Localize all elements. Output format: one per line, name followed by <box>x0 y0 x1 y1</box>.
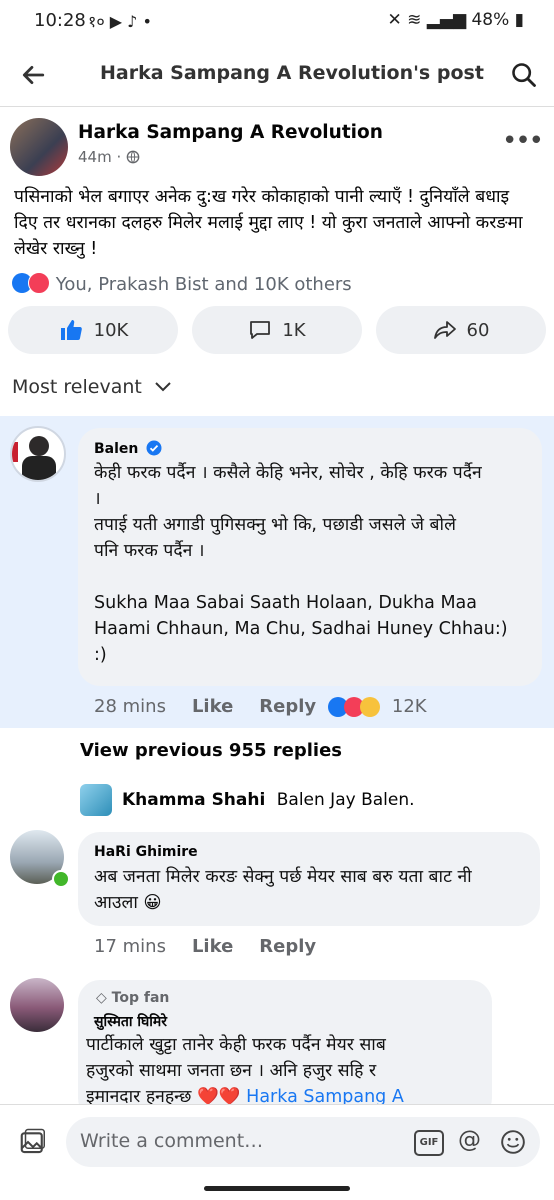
status-bar: 10:28 १० ▶ ♪ • ✕ ≋ ▂▄▆ 48% ▮ <box>0 0 554 44</box>
comment-blank-line <box>94 564 534 590</box>
status-time: 10:28 <box>34 10 86 31</box>
comment-reactions[interactable]: 12K <box>328 696 427 717</box>
status-notification-icons: १० ▶ ♪ • <box>88 10 152 32</box>
page-title: Harka Sampang A Revolution's post <box>100 62 484 84</box>
commenter-name[interactable]: Balen <box>94 440 162 457</box>
comment-time: 17 mins <box>94 936 166 957</box>
chevron-down-icon <box>155 382 171 392</box>
comment-bubble[interactable]: ◇ Top fan सुस्मिता घिमिरे पार्टीकाले खुट… <box>78 980 492 1120</box>
care-reaction-icon <box>360 697 381 717</box>
at-mention-icon[interactable]: @ <box>458 1127 481 1153</box>
share-count: 60 <box>466 319 490 341</box>
top-fan-label: Top fan <box>111 990 170 1006</box>
comment-count: 1K <box>282 319 306 341</box>
comment-line: पनि फरक पर्दैन । <box>94 541 205 561</box>
comment-composer: Write a comment… GIF @ <box>0 1104 554 1179</box>
back-arrow-icon[interactable] <box>20 62 46 88</box>
comment-bubble[interactable]: Balen केही फरक पर्दैन । कसैले केहि भनेर,… <box>78 428 542 686</box>
post-author-avatar[interactable] <box>10 118 68 176</box>
wifi-icon: ≋ <box>407 10 422 30</box>
battery-icon: ▮ <box>514 10 524 30</box>
share-icon <box>433 321 456 339</box>
comment-button[interactable]: 1K <box>192 306 362 354</box>
gesture-navigation-bar <box>0 1178 554 1200</box>
reply-preview[interactable]: Khamma Shahi Balen Jay Balen. <box>122 790 415 810</box>
post-author-name[interactable]: Harka Sampang A Revolution <box>78 122 383 143</box>
reaction-names: You, Prakash Bist and 10K others <box>55 274 352 295</box>
share-button[interactable]: 60 <box>376 306 546 354</box>
gif-button[interactable]: GIF <box>414 1130 444 1156</box>
globe-icon <box>126 150 140 164</box>
love-reaction-icon <box>28 272 50 294</box>
diamond-icon: ◇ <box>96 990 107 1006</box>
comment-reply-button[interactable]: Reply <box>259 696 316 717</box>
comment-line: केही फरक पर्दैन । कसैले केहि भनेर, सोचेर… <box>94 463 482 483</box>
commenter-name[interactable]: HaRi Ghimire <box>94 844 198 860</box>
comment-meta: 28 mins Like Reply 12K <box>94 696 427 717</box>
commenter-name[interactable]: सुस्मिता घिमिरे <box>94 1012 167 1031</box>
reply-text: Balen Jay Balen. <box>276 790 415 810</box>
reply-avatar[interactable] <box>80 784 112 816</box>
online-status-dot <box>52 870 70 888</box>
comment-bubble[interactable]: HaRi Ghimire अब जनता मिलेर करङ सेक्नु पर… <box>78 832 540 926</box>
post-time: 44m <box>78 148 112 166</box>
tiktok-icon: ♪ <box>127 12 138 31</box>
top-app-bar: Harka Sampang A Revolution's post <box>0 44 554 107</box>
signal-icon: ▂▄▆ <box>426 10 467 30</box>
comment-meta: 17 mins Like Reply <box>94 936 316 957</box>
battery-text: 48% <box>471 10 510 30</box>
more-options-icon[interactable]: ••• <box>502 126 544 156</box>
comment-like-button[interactable]: Like <box>192 936 233 957</box>
comment-text: अब जनता मिलेर करङ सेक्नु पर्छ मेयर साब ब… <box>94 864 534 916</box>
commenter-avatar[interactable] <box>10 978 64 1032</box>
reply-author: Khamma Shahi <box>122 790 266 810</box>
comment-line: पार्टीकाले खुट्टा तानेर केही फरक पर्दैन … <box>86 1035 386 1055</box>
comment-line: हजुरको साथमा जनता छन । अनि हजुर सहि र <box>86 1061 377 1081</box>
emoji-icon[interactable] <box>500 1129 526 1155</box>
status-system-icons: ✕ ≋ ▂▄▆ 48% ▮ <box>387 10 524 30</box>
post-meta: 44m · <box>78 148 140 166</box>
sort-label: Most relevant <box>12 376 142 398</box>
like-count: 10K <box>93 319 129 341</box>
more-dot-icon: • <box>142 12 152 31</box>
comment-line: तपाई यती अगाडी पुगिसक्नु भो कि, पछाडी जस… <box>94 515 456 535</box>
thumbs-up-icon <box>60 320 82 340</box>
mute-icon: ✕ <box>387 10 402 30</box>
comment-line: अब जनता मिलेर करङ सेक्नु पर्छ मेयर साब ब… <box>94 867 472 887</box>
sim-label: १० <box>88 12 105 31</box>
comment-reply-button[interactable]: Reply <box>259 936 316 957</box>
comment-line: Haami Chhaun, Ma Chu, Sadhai Huney Chhau… <box>94 619 508 639</box>
comment-text: केही फरक पर्दैन । कसैले केहि भनेर, सोचेर… <box>94 460 534 668</box>
photo-icon[interactable] <box>18 1127 48 1157</box>
commenter-name-text: Balen <box>94 441 139 457</box>
comment-placeholder: Write a comment… <box>80 1130 264 1152</box>
like-button[interactable]: 10K <box>8 306 178 354</box>
comment-line: । <box>94 489 101 509</box>
comment-like-button[interactable]: Like <box>192 696 233 717</box>
youtube-icon: ▶ <box>109 12 123 31</box>
comment-line: Sukha Maa Sabai Saath Holaan, Dukha Maa <box>94 593 478 613</box>
comment-line: :) <box>94 645 107 665</box>
comment-line: आउला 😀 <box>94 893 162 913</box>
comment-text: पार्टीकाले खुट्टा तानेर केही फरक पर्दैन … <box>86 1032 490 1110</box>
comment-reaction-count: 12K <box>391 696 427 717</box>
comment-input[interactable]: Write a comment… GIF @ <box>66 1117 540 1167</box>
comment-icon <box>250 321 271 339</box>
comment-sort-dropdown[interactable]: Most relevant <box>12 376 172 398</box>
search-icon[interactable] <box>510 61 538 89</box>
commenter-avatar[interactable] <box>10 426 66 482</box>
verified-badge-icon <box>146 440 162 456</box>
comment-time: 28 mins <box>94 696 166 717</box>
home-indicator[interactable] <box>204 1186 350 1191</box>
view-previous-replies-link[interactable]: View previous 955 replies <box>80 740 342 761</box>
top-fan-badge: ◇ Top fan <box>96 990 169 1006</box>
post-text: पसिनाको भेल बगाएर अनेक दु:ख गरेर कोकाहाक… <box>14 187 523 259</box>
reaction-summary[interactable]: You, Prakash Bist and 10K others <box>12 272 352 296</box>
